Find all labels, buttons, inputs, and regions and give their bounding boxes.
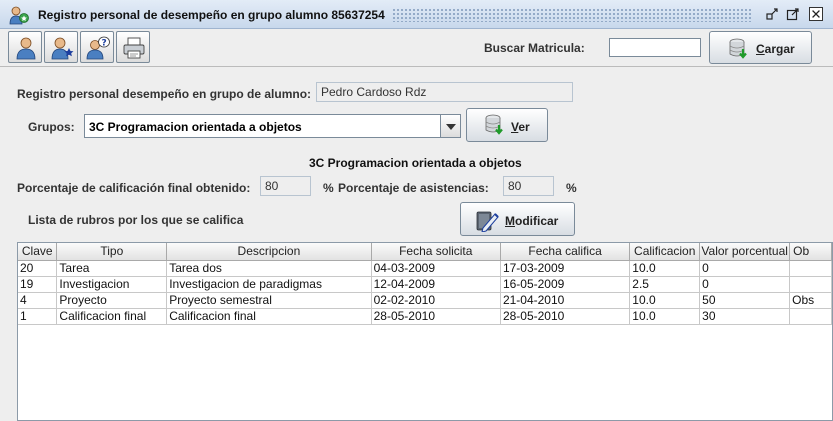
load-label: Cargar — [756, 42, 795, 56]
user-star-button[interactable] — [44, 31, 78, 63]
group-select-value: 3C Programacion orientada a objetos — [89, 120, 302, 134]
table-cell — [789, 308, 832, 325]
table-row[interactable]: 20 Tarea Tarea dos 04-03-2009 17-03-2009… — [18, 260, 832, 277]
table-cell: 12-04-2009 — [371, 276, 501, 293]
close-icon[interactable] — [809, 7, 823, 21]
table-cell: Tarea dos — [166, 260, 372, 277]
table-cell: 28-05-2010 — [371, 308, 501, 325]
printer-icon — [123, 37, 145, 59]
search-label: Buscar Matricula: — [484, 41, 585, 55]
view-label: Ver — [511, 120, 530, 134]
table-cell: 2.5 — [629, 276, 701, 293]
user-button[interactable] — [8, 31, 42, 63]
modify-button[interactable]: Modificar — [460, 202, 575, 236]
table-row[interactable]: 4 Proyecto Proyecto semestral 02-02-2010… — [18, 292, 832, 309]
table-cell: 02-02-2010 — [371, 292, 501, 309]
user-star-icon — [51, 37, 74, 60]
svg-text:?: ? — [102, 39, 107, 49]
window-title: Registro personal de desempeño en grupo … — [38, 8, 385, 22]
view-button[interactable]: Ver — [466, 108, 548, 142]
table-cell: 0 — [699, 276, 791, 293]
student-name-field: Pedro Cardoso Rdz — [316, 82, 573, 102]
column-header[interactable]: Descripcion — [166, 243, 372, 261]
table-cell: 10.0 — [629, 308, 701, 325]
table-row[interactable]: 1 Calificacion final Calificacion final … — [18, 308, 832, 325]
student-label: Registro personal desempeño en grupo de … — [17, 87, 312, 101]
minimize-icon[interactable] — [765, 7, 779, 21]
print-button[interactable] — [116, 31, 150, 63]
table-cell — [789, 260, 832, 277]
table-cell: 4 — [18, 292, 58, 309]
table-cell: 10.0 — [629, 292, 701, 309]
modify-label: Modificar — [505, 214, 559, 228]
column-header[interactable]: Fecha califica — [500, 243, 631, 261]
final-percentage-label: Porcentaje de calificación final obtenid… — [17, 181, 251, 195]
load-button[interactable]: Cargar — [709, 31, 812, 64]
table-cell: 17-03-2009 — [500, 260, 631, 277]
title-bar-grip — [392, 8, 752, 22]
table-cell: Investigacion de paradigmas — [166, 276, 372, 293]
rubros-table[interactable]: Clave Tipo Descripcion Fecha solicita Fe… — [17, 242, 833, 421]
user-help-icon: ? — [86, 36, 110, 60]
groups-label: Grupos: — [28, 120, 75, 134]
column-header[interactable]: Calificacion — [629, 243, 701, 261]
table-cell: 50 — [699, 292, 791, 309]
column-header[interactable]: Clave — [18, 243, 58, 261]
table-cell: 04-03-2009 — [371, 260, 501, 277]
app-window: Registro personal de desempeño en grupo … — [0, 0, 833, 421]
table-cell: Tarea — [56, 260, 168, 277]
group-heading: 3C Programacion orientada a objetos — [309, 156, 522, 170]
user-help-button[interactable]: ? — [80, 31, 114, 63]
table-cell: 30 — [699, 308, 791, 325]
table-cell: Proyecto — [56, 292, 168, 309]
table-cell: Calificacion final — [166, 308, 372, 325]
table-cell: 10.0 — [629, 260, 701, 277]
edit-icon — [476, 211, 499, 232]
database-download-icon — [485, 114, 503, 135]
title-bar: Registro personal de desempeño en grupo … — [0, 0, 833, 29]
attendance-field: 80 — [503, 176, 554, 196]
table-cell: 16-05-2009 — [500, 276, 631, 293]
user-icon — [16, 37, 36, 60]
maximize-icon[interactable] — [786, 7, 800, 21]
column-header[interactable]: Valor porcentual — [699, 243, 791, 261]
table-header-row: Clave Tipo Descripcion Fecha solicita Fe… — [18, 243, 832, 261]
final-percentage-field: 80 — [260, 176, 311, 196]
toolbar: ? Buscar Matricula: Cargar — [0, 29, 833, 67]
table-row[interactable]: 19 Investigacion Investigacion de paradi… — [18, 276, 832, 293]
table-cell: 21-04-2010 — [500, 292, 631, 309]
table-cell: Obs — [789, 292, 832, 309]
users-icon — [9, 6, 29, 25]
chevron-down-icon[interactable] — [440, 115, 460, 137]
table-cell: 20 — [18, 260, 58, 277]
table-cell: 0 — [699, 260, 791, 277]
search-input[interactable] — [609, 38, 701, 57]
attendance-label: Porcentaje de asistencias: — [338, 181, 489, 195]
table-cell: Investigacion — [56, 276, 168, 293]
table-cell: 1 — [18, 308, 58, 325]
column-header[interactable]: Ob — [789, 243, 832, 261]
database-download-icon — [729, 38, 747, 59]
column-header[interactable]: Fecha solicita — [371, 243, 501, 261]
column-header[interactable]: Tipo — [56, 243, 168, 261]
percent-sign: % — [323, 181, 334, 195]
table-cell: Calificacion final — [56, 308, 168, 325]
percent-sign: % — [566, 181, 577, 195]
table-cell — [789, 276, 832, 293]
table-cell: 28-05-2010 — [500, 308, 631, 325]
table-cell: 19 — [18, 276, 58, 293]
group-select[interactable]: 3C Programacion orientada a objetos — [84, 114, 461, 138]
table-cell: Proyecto semestral — [166, 292, 372, 309]
rubros-label: Lista de rubros por los que se califica — [28, 213, 244, 227]
